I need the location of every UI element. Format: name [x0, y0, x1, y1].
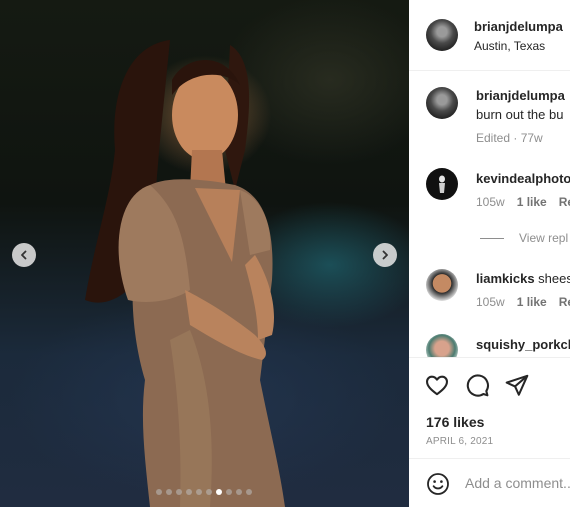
comment-username[interactable]: liamkicks — [476, 271, 535, 286]
post-photo[interactable] — [0, 0, 409, 507]
comment-input[interactable] — [465, 473, 570, 493]
comment-like-count[interactable]: 1 like — [517, 195, 547, 209]
view-replies-button[interactable]: View repl — [519, 231, 568, 245]
carousel-next-button[interactable] — [373, 243, 397, 267]
carousel-dot — [226, 489, 232, 495]
carousel-prev-button[interactable] — [12, 243, 36, 267]
comment-avatar[interactable] — [426, 87, 458, 119]
view-replies-line — [480, 238, 504, 239]
comment-meta: 105w 1 like Rep — [476, 295, 570, 309]
chevron-left-icon — [21, 250, 27, 260]
post-location[interactable]: Austin, Texas — [474, 39, 545, 53]
chevron-right-icon — [382, 250, 388, 260]
comment-meta: Edited · 77w — [476, 131, 543, 145]
carousel-dot — [246, 489, 252, 495]
comment-username[interactable]: kevindealphoto — [476, 171, 570, 186]
comment-like-count[interactable]: 1 like — [517, 295, 547, 309]
carousel-dot — [236, 489, 242, 495]
heart-icon[interactable] — [424, 372, 450, 398]
owner-avatar[interactable] — [426, 19, 458, 51]
carousel-dot — [216, 489, 222, 495]
post-side-panel: brianjdelumpa Austin, Texas brianjdelump… — [409, 0, 570, 507]
carousel-dot — [186, 489, 192, 495]
comment-icon[interactable] — [464, 372, 490, 398]
carousel-dot — [156, 489, 162, 495]
comment-edited-time: Edited · 77w — [476, 131, 543, 145]
carousel-indicator — [156, 489, 252, 495]
comment-text: shees — [538, 271, 570, 286]
reply-button[interactable]: Rep — [559, 195, 570, 209]
carousel-dot — [166, 489, 172, 495]
emoji-icon[interactable] — [426, 472, 450, 496]
reply-button[interactable]: Rep — [559, 295, 570, 309]
carousel-dot — [196, 489, 202, 495]
comment-username-with-text[interactable]: liamkicks shees — [476, 271, 570, 286]
comment-avatar[interactable] — [426, 269, 458, 301]
comment-avatar[interactable] — [426, 168, 458, 200]
owner-username[interactable]: brianjdelumpa — [474, 19, 563, 34]
comment-list: brianjdelumpa burn out the bu Edited · 7… — [409, 71, 570, 357]
post-header: brianjdelumpa Austin, Texas — [409, 0, 570, 71]
likes-count[interactable]: 176 likes — [426, 414, 484, 430]
carousel-dot — [176, 489, 182, 495]
comment-avatar[interactable] — [426, 334, 458, 357]
add-comment-bar — [409, 458, 570, 507]
carousel-dot — [206, 489, 212, 495]
photo-woman-figure — [85, 40, 285, 507]
post-actions: 176 likes APRIL 6, 2021 — [409, 357, 570, 458]
comment-time: 105w — [476, 195, 505, 209]
comment-meta: 105w 1 like Rep — [476, 195, 570, 209]
comment-time: 105w — [476, 295, 505, 309]
comment-username[interactable]: brianjdelumpa — [476, 88, 565, 103]
silhouette-icon — [439, 175, 445, 193]
post-date: APRIL 6, 2021 — [426, 436, 494, 447]
share-icon[interactable] — [504, 372, 530, 398]
comment-username[interactable]: squishy_porkch — [476, 337, 570, 352]
comment-text: burn out the bu — [476, 107, 564, 122]
